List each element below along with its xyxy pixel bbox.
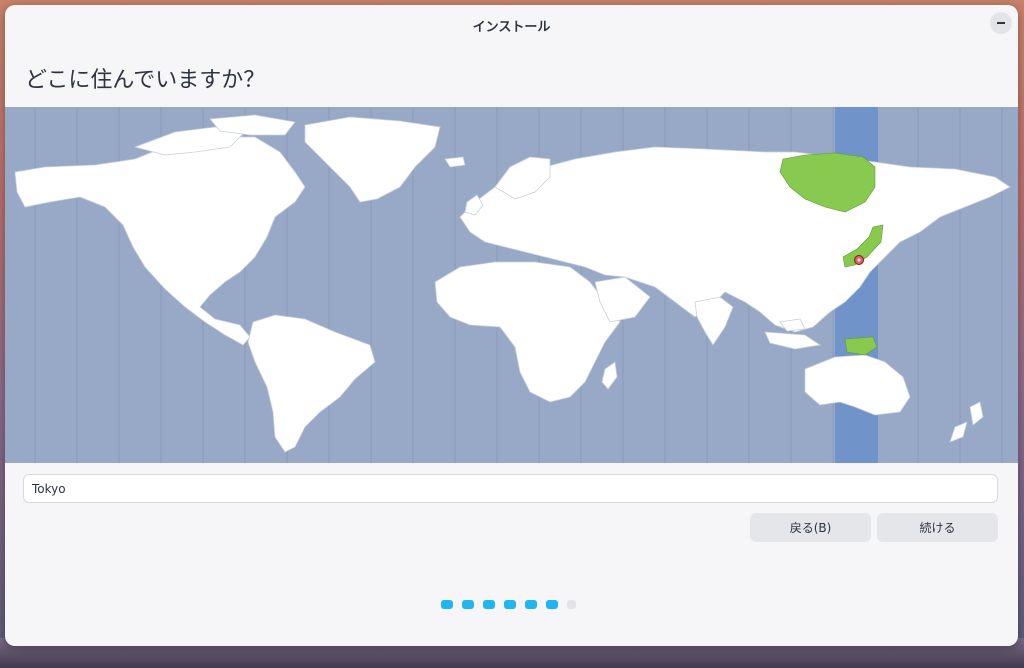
progress-dot bbox=[441, 600, 453, 609]
progress-dot bbox=[567, 600, 576, 609]
back-button[interactable]: 戻る(B) bbox=[750, 513, 871, 542]
progress-dot bbox=[546, 600, 558, 609]
title-bar: インストール bbox=[5, 5, 1018, 41]
progress-dot bbox=[504, 600, 516, 609]
page-title: どこに住んでいますか？ bbox=[25, 68, 266, 93]
location-pin-icon bbox=[854, 255, 864, 265]
continue-button[interactable]: 続ける bbox=[877, 513, 998, 542]
timezone-search-input[interactable] bbox=[23, 474, 998, 503]
timezone-map[interactable] bbox=[5, 107, 1018, 463]
minimize-button[interactable] bbox=[990, 12, 1012, 34]
progress-dot bbox=[525, 600, 537, 609]
window-title: インストール bbox=[472, 20, 551, 35]
progress-dot bbox=[483, 600, 495, 609]
installer-window: インストール どこに住んでいますか？ Tokyo 戻る(B) 続ける bbox=[5, 5, 1018, 646]
minimize-icon bbox=[997, 22, 1005, 24]
world-map[interactable] bbox=[5, 107, 1018, 463]
progress-dot bbox=[462, 600, 474, 609]
